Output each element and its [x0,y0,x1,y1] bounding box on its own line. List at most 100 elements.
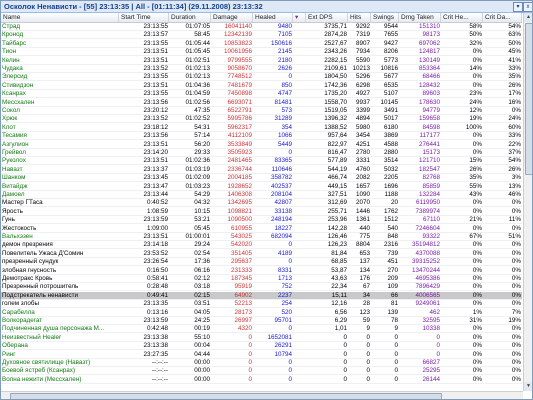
table-row[interactable]: Мастер ГТаса 0:40:52 04:32 1342695 42807 312,… [1,199,522,208]
table-row[interactable]: Неизвестный Healer 23:13:38 55:10 0 1652081 0… [1,334,522,342]
cell-healed: 33138 [274,207,292,215]
table-row[interactable]: Руколох 23:13:51 01:02:36 2481465 83365 577,8… [1,157,522,166]
table-row[interactable]: Шанком 23:13:45 01:02:09 2004185 358782 466,7… [1,174,522,183]
cell-duration: 53:21 [194,216,210,224]
cell-swings: 9427 [383,39,398,47]
table-row[interactable]: Келин 23:13:51 01:02:51 9799555 2180 2282,15 5… [1,57,522,65]
cell-ext-dps: 0 [343,350,347,358]
table-row[interactable]: Волкорадегат 23:13:59 24:25 26997 95701 6,29 5… [1,317,522,325]
cell-damage: 0 [248,359,252,366]
cell-crit-heal: 26% [469,165,482,173]
cell-ext-dps: 126,23 [327,241,347,249]
table-row[interactable]: Ксанрах 23:13:55 01:04:59 7450898 4747 1735,2… [1,90,522,99]
table-row[interactable]: Грейвол 23:14:20 29:33 3505923 0 816,47 2780 28… [1,149,522,157]
table-row[interactable]: злобная гнусность 0:16:50 06:16 231333 8331 5… [1,267,522,275]
column-header-name[interactable]: Name [1,13,119,22]
table-row[interactable]: Сарабелла 0:13:16 04:05 28173 520 6,56 123 139 4… [1,309,522,317]
table-row[interactable]: Гунь 23:13:59 53:21 1090500 248194 253,96 1361… [1,216,522,225]
column-header-start-time[interactable]: Start Time [119,13,169,22]
table-row[interactable]: Страд 23:13:55 01:07:05 16041140 9480 3735,71… [1,23,522,31]
column-header-damage[interactable]: Damage [211,13,253,22]
cell-ext-dps: 68,85 [331,258,347,266]
table-row[interactable]: Подстрекатель ненависти 0:49:41 02:15 64902… [1,291,522,300]
table-row[interactable]: Демотракс Кровь 0:58:41 02:12 187345 1713 43,… [1,275,522,283]
table-row[interactable]: Подчиненная душа персонажа М... 0:42:48 00… [1,325,522,334]
column-header-crit-heal[interactable]: Crit He... [441,13,483,22]
table-row[interactable]: Чудака 23:13:52 01:02:13 9058670 2626 2109,61… [1,65,522,73]
cell-crit-dmg: 54% [508,157,521,165]
vertical-scrollbar[interactable]: ▲ ▼ [523,13,532,391]
column-header-ext-dps[interactable]: Ext DPS [306,13,348,22]
cell-name: Мастер ГТаса [2,199,43,207]
cell-start-time: 0:58:41 [146,275,168,282]
cell-crit-dmg: 0% [511,342,521,350]
cell-damage: 295637 [230,258,252,266]
table-row[interactable]: Ярость 1:08:59 10:15 1098821 33138 255,71 1446… [1,208,522,216]
table-row[interactable]: Презренный потрошитель 0:28:48 03:18 95919 7… [1,283,522,292]
cell-ext-dps: 53,87 [331,266,347,274]
table-row[interactable]: Боевой ястреб (Ксанрах) --:--:-- 00:00 0 0 0 0… [1,367,522,376]
cell-dmg-taken: 66827 [422,359,440,366]
column-header-crit-dmg[interactable]: Crit Da... [483,13,522,22]
table-row[interactable]: демон презрения 23:14:18 29:24 542020 0 126,2… [1,241,522,250]
table-row[interactable]: Вальхэзен 23:13:51 01:00:01 543025 682094 126… [1,233,522,241]
table-row[interactable]: Жестокость 1:09:00 05:45 610955 18227 142,28 4… [1,225,522,233]
scroll-up-icon[interactable]: ▲ [524,13,532,22]
cell-healed: 0 [288,325,292,333]
cell-crit-heal: 58% [469,23,482,30]
title-bar[interactable]: Осколок Ненависти - [55] 23:13:35 | All … [1,1,532,13]
cell-crit-heal: 0% [472,333,482,341]
menu-icon[interactable]: ▾ [513,2,523,12]
table-row[interactable]: Мессхален 23:13:56 01:02:56 6693071 81481 155… [1,99,522,107]
cell-ext-dps: 2109,61 [324,65,347,72]
column-header-duration[interactable]: Duration [169,13,211,22]
column-header-swings[interactable]: Swings [371,13,399,22]
table-row[interactable]: Оберана 23:13:38 00:04 0 26291 0 0 0 0 0% 0% [1,342,522,351]
cell-dmg-taken: 15173 [422,149,440,156]
table-row[interactable]: Элерсид 23:13:55 01:02:13 7748512 0 1804,50 52… [1,73,522,82]
cell-hits: 0 [366,375,370,383]
cell-ext-dps: 2527,67 [324,39,347,47]
table-row[interactable]: Хрюк 23:13:52 01:02:52 5995786 31289 1396,32 4… [1,115,522,124]
cell-ext-dps: 0 [343,375,347,383]
horizontal-scroll-thumb[interactable] [10,393,442,399]
table-row[interactable]: Тайбарс 23:13:55 01:05:44 10853823 150616 252… [1,40,522,48]
cell-duration: 55:10 [194,333,210,341]
table-row[interactable]: презренный сундук 23:26:54 17:36 295637 0 68,… [1,258,522,267]
table-row[interactable]: Азгулион 23:13:51 56:20 3533849 5449 822,97 42… [1,141,522,149]
cell-crit-dmg: 24% [508,115,521,123]
table-row[interactable]: Витайдж 23:13:47 01:03:23 1928652 402537 449,… [1,183,522,191]
table-row[interactable]: Духовное святилище (Навазт) --:--:-- 00:00… [1,359,522,367]
table-row[interactable]: Дамоел 23:13:44 54:29 1406308 208104 327,51 10… [1,191,522,199]
table-row[interactable]: Волна нежити (Мессхален) --:--:-- 00:00 0 0 0… [1,376,522,384]
column-header-hits[interactable]: Hits [348,13,371,22]
column-header-dmg-taken[interactable]: Dmg Taken [399,13,441,22]
table-row[interactable]: Повелитель Ужаса Д'Сомин 23:53:52 02:54 351… [1,250,522,258]
cell-damage: 1928652 [227,182,252,190]
cell-duration: 10:15 [194,207,210,215]
cell-damage: 1406308 [227,191,252,198]
scroll-down-icon[interactable]: ▼ [524,382,532,391]
table-row[interactable]: Тесамия 23:13:56 57:14 4112109 1066 957,64 345… [1,132,522,141]
column-header-sort[interactable]: ▾ [293,13,306,22]
horizontal-scrollbar[interactable] [1,391,523,399]
table-row[interactable]: Кронод 23:13:57 58:45 12342139 7105 2874,28 73… [1,31,522,40]
cell-start-time: 23:13:51 [143,48,168,56]
table-row[interactable]: Стивидзон 23:13:51 01:04:36 7481679 850 1742,… [1,82,522,90]
table-row[interactable]: Навазт 23:13:37 01:03:19 2336744 110646 544,1… [1,166,522,174]
cell-swings: 109 [387,283,398,291]
table-row[interactable]: голем злобы 23:13:35 03:51 52213 254 12,16 28 8… [1,300,522,309]
cell-hits: 137 [359,258,370,266]
cell-dmg-taken: 85859 [422,182,440,190]
table-row[interactable]: Ринг 23:27:35 04:44 0 10794 0 0 0 0 0% 0% [1,351,522,359]
cell-crit-heal: 21% [469,216,482,224]
close-icon[interactable]: x [523,2,532,12]
cell-dmg-taken: 7246604 [415,224,440,232]
column-header-healed[interactable]: Healed [253,13,293,22]
cell-healed: 31289 [274,115,292,123]
table-row[interactable]: Тион 23:13:51 01:05:45 10061956 2145 2343,26 7… [1,48,522,57]
table-row[interactable]: Сокол 23:20:12 47:35 6522791 573 1519,05 3399 3… [1,107,522,115]
table-row[interactable]: Клот 23:18:12 54:31 5962317 354 1388,52 5980 61… [1,124,522,132]
vertical-scroll-thumb[interactable] [525,23,532,175]
cell-hits: 1361 [355,216,370,224]
